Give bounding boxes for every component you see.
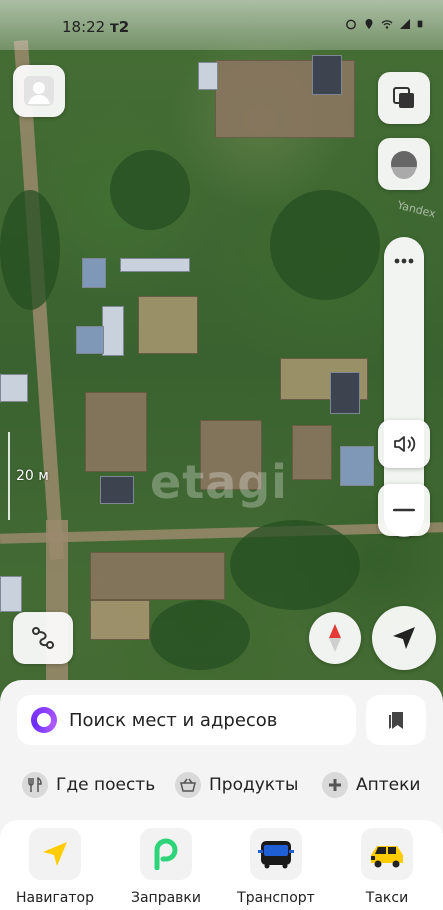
navigator-icon: [43, 842, 67, 866]
app-taxi[interactable]: Такси: [337, 828, 437, 906]
profile-button[interactable]: [13, 65, 65, 117]
wifi-icon: [381, 20, 393, 29]
map-building: [100, 476, 134, 504]
compass-button[interactable]: [309, 612, 361, 664]
layers-button[interactable]: [378, 72, 430, 124]
map-tree: [150, 600, 250, 670]
map-building: [0, 374, 28, 402]
locate-arrow-icon: [393, 627, 415, 649]
battery-icon: [417, 20, 423, 28]
route-icon: [32, 627, 54, 649]
map-watermark: etagi: [150, 455, 288, 509]
status-time: 18:22: [62, 18, 106, 36]
status-indicator: т2: [110, 18, 130, 36]
map-plot: [292, 425, 332, 480]
signal-icon: [400, 19, 410, 29]
zoom-out-button[interactable]: [378, 484, 430, 536]
map-tree: [0, 190, 60, 310]
app-label: Такси: [365, 890, 409, 906]
taxi-icon: [371, 846, 403, 868]
app-label: Навигатор: [16, 890, 94, 906]
fuel-icon: [154, 838, 178, 870]
app-label: Транспорт: [237, 890, 315, 906]
app-transport[interactable]: Транспорт: [226, 828, 326, 906]
bookmarks-icon: [389, 712, 403, 729]
map-building: [120, 258, 190, 272]
status-icons: [345, 18, 425, 30]
category-chip-pharmacies[interactable]: Аптеки: [322, 770, 420, 800]
route-button[interactable]: [13, 612, 73, 664]
app-fuel[interactable]: Заправки: [116, 828, 216, 906]
scale-bar: [8, 432, 14, 520]
map-tree: [270, 190, 380, 300]
chip-label: Продукты: [209, 775, 299, 795]
my-location-button[interactable]: [372, 606, 436, 670]
chip-label: Где поесть: [56, 775, 156, 795]
map-tree: [110, 150, 190, 230]
location-icon: [365, 19, 373, 29]
search-placeholder: Поиск мест и адресов: [69, 709, 278, 731]
bookmarks-button[interactable]: [366, 695, 426, 745]
map-building: [0, 576, 22, 612]
alarm-icon: [346, 19, 356, 30]
map-building: [312, 55, 342, 95]
basket-icon: [175, 772, 201, 798]
map-orientation-button[interactable]: [378, 138, 430, 190]
map-building: [102, 306, 124, 356]
sound-icon: [394, 436, 416, 452]
search-input[interactable]: Поиск мест и адресов: [17, 695, 356, 745]
orientation-icon: [391, 151, 417, 179]
category-chip-food-places[interactable]: Где поесть: [22, 770, 155, 800]
minus-icon: [393, 508, 415, 512]
bus-icon: [258, 841, 294, 869]
pharmacy-plus-icon: [322, 772, 348, 798]
map-building: [76, 326, 104, 354]
bottom-sheet: Поиск мест и адресов Где поесть Продукты…: [0, 680, 443, 910]
map-building: [82, 258, 106, 288]
more-dots-icon: [394, 258, 414, 264]
zoom-in-button[interactable]: [384, 243, 424, 279]
app-label: Заправки: [131, 890, 201, 906]
app-navigator[interactable]: Навигатор: [5, 828, 105, 906]
user-avatar-icon: [24, 76, 54, 106]
map-tree: [230, 520, 360, 610]
sound-button[interactable]: [378, 420, 430, 468]
category-chip-groceries[interactable]: Продукты: [175, 770, 298, 800]
map-building: [198, 62, 218, 90]
map-plot: [90, 600, 150, 640]
map-plot: [138, 296, 198, 354]
map-provider-mark: Yandex: [396, 198, 437, 221]
map-plot: [85, 392, 147, 472]
map-plot: [90, 552, 225, 600]
alice-voice-icon[interactable]: [31, 707, 57, 733]
map-building: [340, 446, 374, 486]
status-bar: 18:22 т2: [0, 0, 443, 50]
map-building: [330, 372, 360, 414]
chip-label: Аптеки: [356, 775, 421, 795]
layers-icon: [393, 87, 414, 108]
scale-label: 20 м: [16, 468, 49, 484]
compass-icon: [329, 624, 341, 652]
fork-knife-icon: [22, 772, 48, 798]
services-bar: Навигатор Заправки Транспорт Такси: [0, 820, 443, 910]
